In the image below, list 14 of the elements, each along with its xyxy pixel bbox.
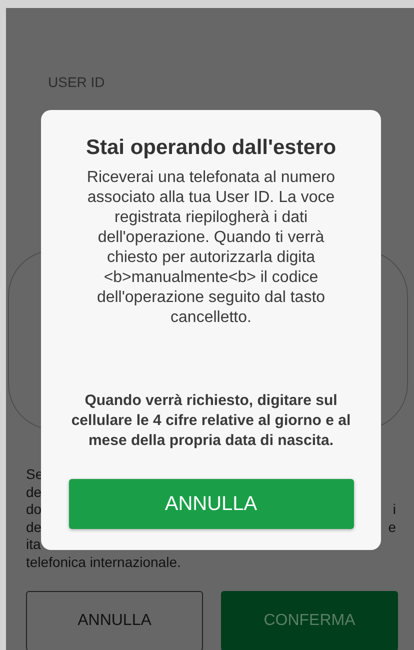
paragraph-text: ita bbox=[26, 536, 41, 554]
paragraph-text: i bbox=[392, 501, 396, 519]
paragraph-text: do bbox=[26, 501, 42, 519]
paragraph-text: e bbox=[388, 518, 396, 536]
paragraph-text: de bbox=[26, 518, 42, 536]
paragraph-text: de bbox=[26, 484, 42, 502]
cancel-button[interactable]: ANNULLA bbox=[68, 479, 354, 529]
paragraph-text: telefonica internazionale. bbox=[26, 554, 181, 572]
dialog-note: Quando verrà richiesto, digitare sul cellulare le 4 cifre relative al giorno e al mese della propria data di nascita. bbox=[70, 391, 352, 451]
confirm-button[interactable]: CONFERMA bbox=[221, 590, 398, 650]
dialog-title: Stai operando dall'estero bbox=[86, 136, 336, 160]
cancel-button[interactable]: ANNULLA bbox=[26, 590, 203, 650]
dialog-message: Riceverai una telefonata al numero associato alla tua User ID. La voce registrata riepilogherà i dati dell'operazione. Quando ti verrà chiesto per autorizzarla digita <b>manualmente<b> il codice dell'operazione seguito dal tasto cancelletto. bbox=[86, 168, 336, 328]
field-label: USER ID bbox=[48, 74, 105, 90]
